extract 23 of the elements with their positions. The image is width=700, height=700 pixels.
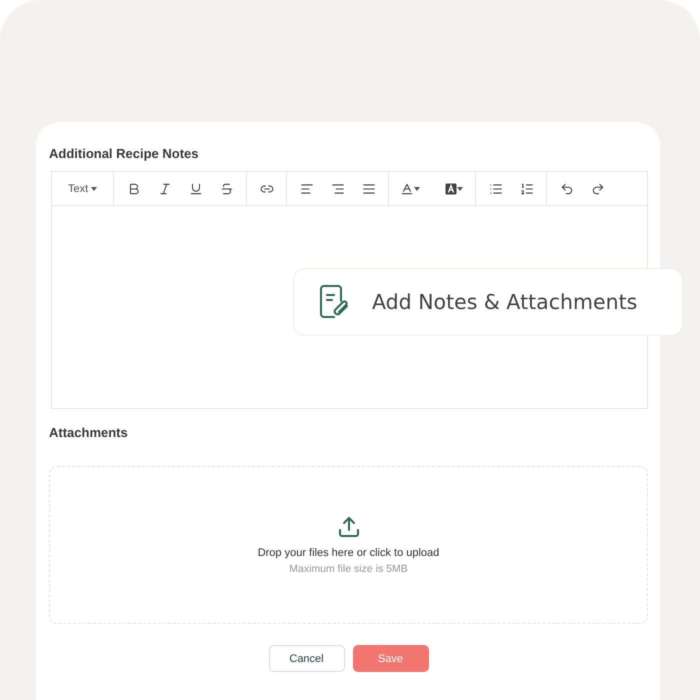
align-left-icon (300, 182, 314, 196)
caret-icon (91, 186, 98, 190)
section-title: Attachments (49, 425, 129, 440)
align-right-icon (330, 182, 345, 196)
undo-icon (560, 182, 574, 196)
cancel-button[interactable]: Cancel (268, 645, 344, 672)
underline-icon (188, 182, 203, 196)
strikethrough-icon (220, 182, 234, 196)
text-color-icon (400, 182, 414, 196)
italic-icon (158, 182, 172, 196)
redo-icon (590, 182, 605, 196)
highlight-icon (445, 182, 458, 194)
upload-icon (336, 515, 360, 539)
caret-icon (457, 186, 464, 190)
section-title: Additional Recipe Notes (49, 146, 200, 161)
upload-hint: Maximum file size is 5MB (289, 563, 408, 575)
caret-icon (414, 186, 420, 190)
numbered-list-icon (520, 182, 534, 196)
callout-label: Add Notes & Attachments (372, 290, 638, 314)
upload-prompt: Drop your files here or click to upload (258, 547, 440, 559)
format-dropdown[interactable]: Text (58, 176, 108, 200)
align-justify-icon (362, 182, 376, 196)
upload-dropzone[interactable]: Drop your files here or click to upload Maximum file size is 5MB (49, 466, 648, 624)
